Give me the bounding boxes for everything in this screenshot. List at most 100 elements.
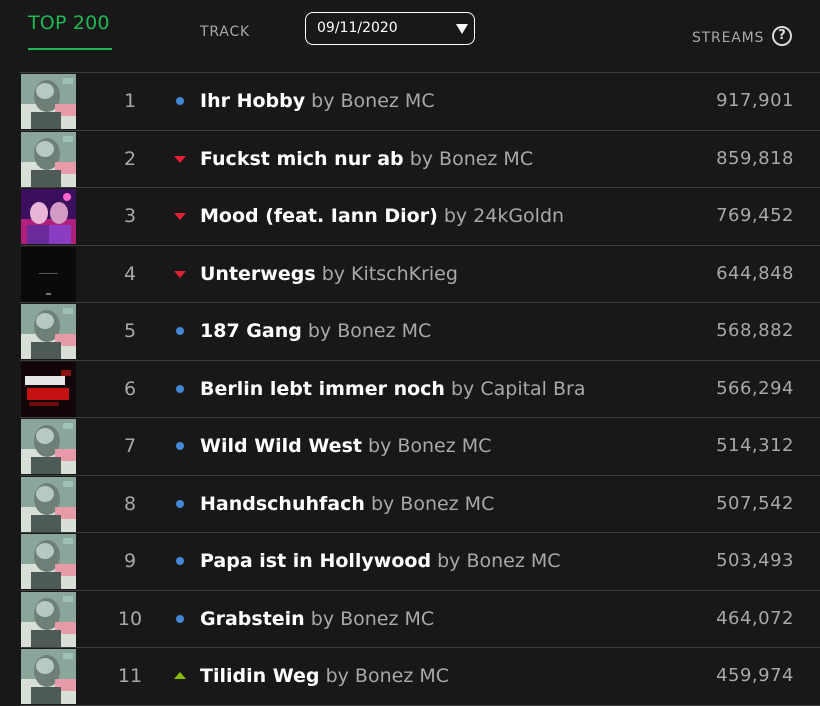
track-info: Unterwegs by KitschKrieg [200,246,458,302]
trend-unchanged-icon [176,557,184,565]
track-row[interactable]: 11 Tilidin Weg by Bonez MC 459,974 [20,648,820,706]
album-art[interactable] [21,361,76,417]
stream-count: 859,818 [716,147,794,169]
album-art[interactable] [21,131,76,187]
trend-down-icon [174,270,186,278]
stream-count: 917,901 [716,90,794,111]
date-value: 09/11/2020 [317,20,398,36]
stream-count: 514,312 [716,435,794,456]
track-rank: 10 [117,607,143,630]
track-title[interactable]: Ihr Hobby [200,90,305,112]
track-info: Berlin lebt immer noch by Capital Bra [200,361,586,417]
track-artist[interactable]: by Capital Bra [451,378,586,400]
track-artist[interactable]: by Bonez MC [410,148,533,170]
album-art[interactable] [21,419,76,474]
track-row[interactable]: 10 Grabstein by Bonez MC 464,072 [20,590,820,648]
track-row[interactable]: 6 Berlin lebt immer noch by Capital Bra 56… [20,360,820,418]
trend-indicator [172,188,188,244]
album-art[interactable] [21,304,76,359]
track-info: Fuckst mich nur ab by Bonez MC [200,131,533,187]
track-row[interactable]: 8 Handschuhfach by Bonez MC 507,542 [20,475,820,533]
track-info: 187 Gang by Bonez MC [200,303,431,359]
track-artist[interactable]: by Bonez MC [437,550,560,572]
trend-indicator [172,476,188,532]
track-artist[interactable]: by Bonez MC [371,493,494,515]
album-art[interactable] [21,189,76,244]
stream-count: 464,072 [716,607,794,629]
track-title[interactable]: Unterwegs [200,263,316,285]
track-artist[interactable]: by Bonez MC [326,665,449,687]
trend-indicator [172,418,188,474]
tab-top-200[interactable]: TOP 200 [28,12,110,34]
stream-count: 644,848 [716,262,794,284]
trend-unchanged-icon [176,327,184,335]
trend-indicator [172,591,188,647]
track-artist[interactable]: by Bonez MC [311,608,434,630]
trend-down-icon [174,213,186,220]
track-rank: 4 [123,262,137,285]
track-info: Wild Wild West by Bonez MC [200,418,491,474]
trend-unchanged-icon [176,614,184,623]
trend-unchanged-icon [176,442,184,450]
trend-unchanged-icon [176,97,184,105]
track-title[interactable]: Wild Wild West [200,435,362,457]
trend-unchanged-icon [176,384,184,393]
album-art[interactable] [21,591,76,647]
track-title[interactable]: Fuckst mich nur ab [200,148,404,170]
trend-indicator [172,131,188,187]
stream-count: 459,974 [716,665,794,686]
track-rank: 3 [123,205,137,227]
stream-count: 568,882 [716,320,794,341]
trend-indicator [172,533,188,589]
track-title[interactable]: Berlin lebt immer noch [200,378,445,400]
trend-indicator [172,361,188,417]
chevron-down-icon [456,24,468,34]
trend-unchanged-icon [176,499,184,508]
track-title[interactable]: Mood (feat. Iann Dior) [200,205,438,227]
track-artist[interactable]: by Bonez MC [368,435,491,457]
track-rank: 1 [123,90,137,112]
stream-count: 507,542 [716,492,794,514]
track-info: Tilidin Weg by Bonez MC [200,648,449,704]
track-title[interactable]: Handschuhfach [200,493,365,515]
stream-count: 769,452 [716,205,794,226]
track-row[interactable]: 2 Fuckst mich nur ab by Bonez MC 859,818 [20,130,820,188]
trend-up-icon [174,672,186,679]
track-artist[interactable]: by 24kGoldn [444,205,564,227]
track-row[interactable]: 5 187 Gang by Bonez MC 568,882 [20,303,820,361]
track-rank: 9 [123,550,137,572]
track-title[interactable]: Tilidin Weg [200,665,320,687]
track-row[interactable]: 9 Papa ist in Hollywood by Bonez MC 503,49… [20,533,820,591]
track-rank: 2 [123,147,137,170]
date-dropdown[interactable]: 09/11/2020 [305,12,475,45]
album-art[interactable] [21,476,76,532]
track-title[interactable]: Papa ist in Hollywood [200,550,431,572]
track-artist[interactable]: by Bonez MC [311,90,434,112]
track-row[interactable]: 4 Unterwegs by KitschKrieg 644,848 [20,245,820,303]
track-rank: 8 [123,492,137,515]
trend-indicator [172,648,188,704]
track-info: Ihr Hobby by Bonez MC [200,73,435,129]
track-rank: 7 [123,435,137,457]
trend-indicator [172,303,188,359]
track-title[interactable]: 187 Gang [200,320,302,342]
album-art[interactable] [21,246,76,302]
album-art[interactable] [21,534,76,589]
trend-down-icon [174,155,186,163]
stream-count: 503,493 [716,550,794,571]
track-rank: 11 [117,665,143,687]
track-artist[interactable]: by KitschKrieg [322,263,458,285]
chart-track-list: 1 Ihr Hobby by Bonez MC 917,901 2 Fuckst mic… [20,72,820,706]
album-art[interactable] [21,649,76,704]
stream-count: 566,294 [716,377,794,399]
track-artist[interactable]: by Bonez MC [308,320,431,342]
track-row[interactable]: 1 Ihr Hobby by Bonez MC 917,901 [20,73,820,131]
track-row[interactable]: 7 Wild Wild West by Bonez MC 514,312 [20,418,820,476]
track-rank: 6 [123,377,137,400]
track-row[interactable]: 3 Mood (feat. Iann Dior) by 24kGoldn 769,4… [20,188,820,246]
help-icon[interactable]: ? [772,26,792,46]
trend-indicator [172,246,188,302]
trend-indicator [172,73,188,129]
album-art[interactable] [21,74,76,129]
track-title[interactable]: Grabstein [200,608,305,630]
